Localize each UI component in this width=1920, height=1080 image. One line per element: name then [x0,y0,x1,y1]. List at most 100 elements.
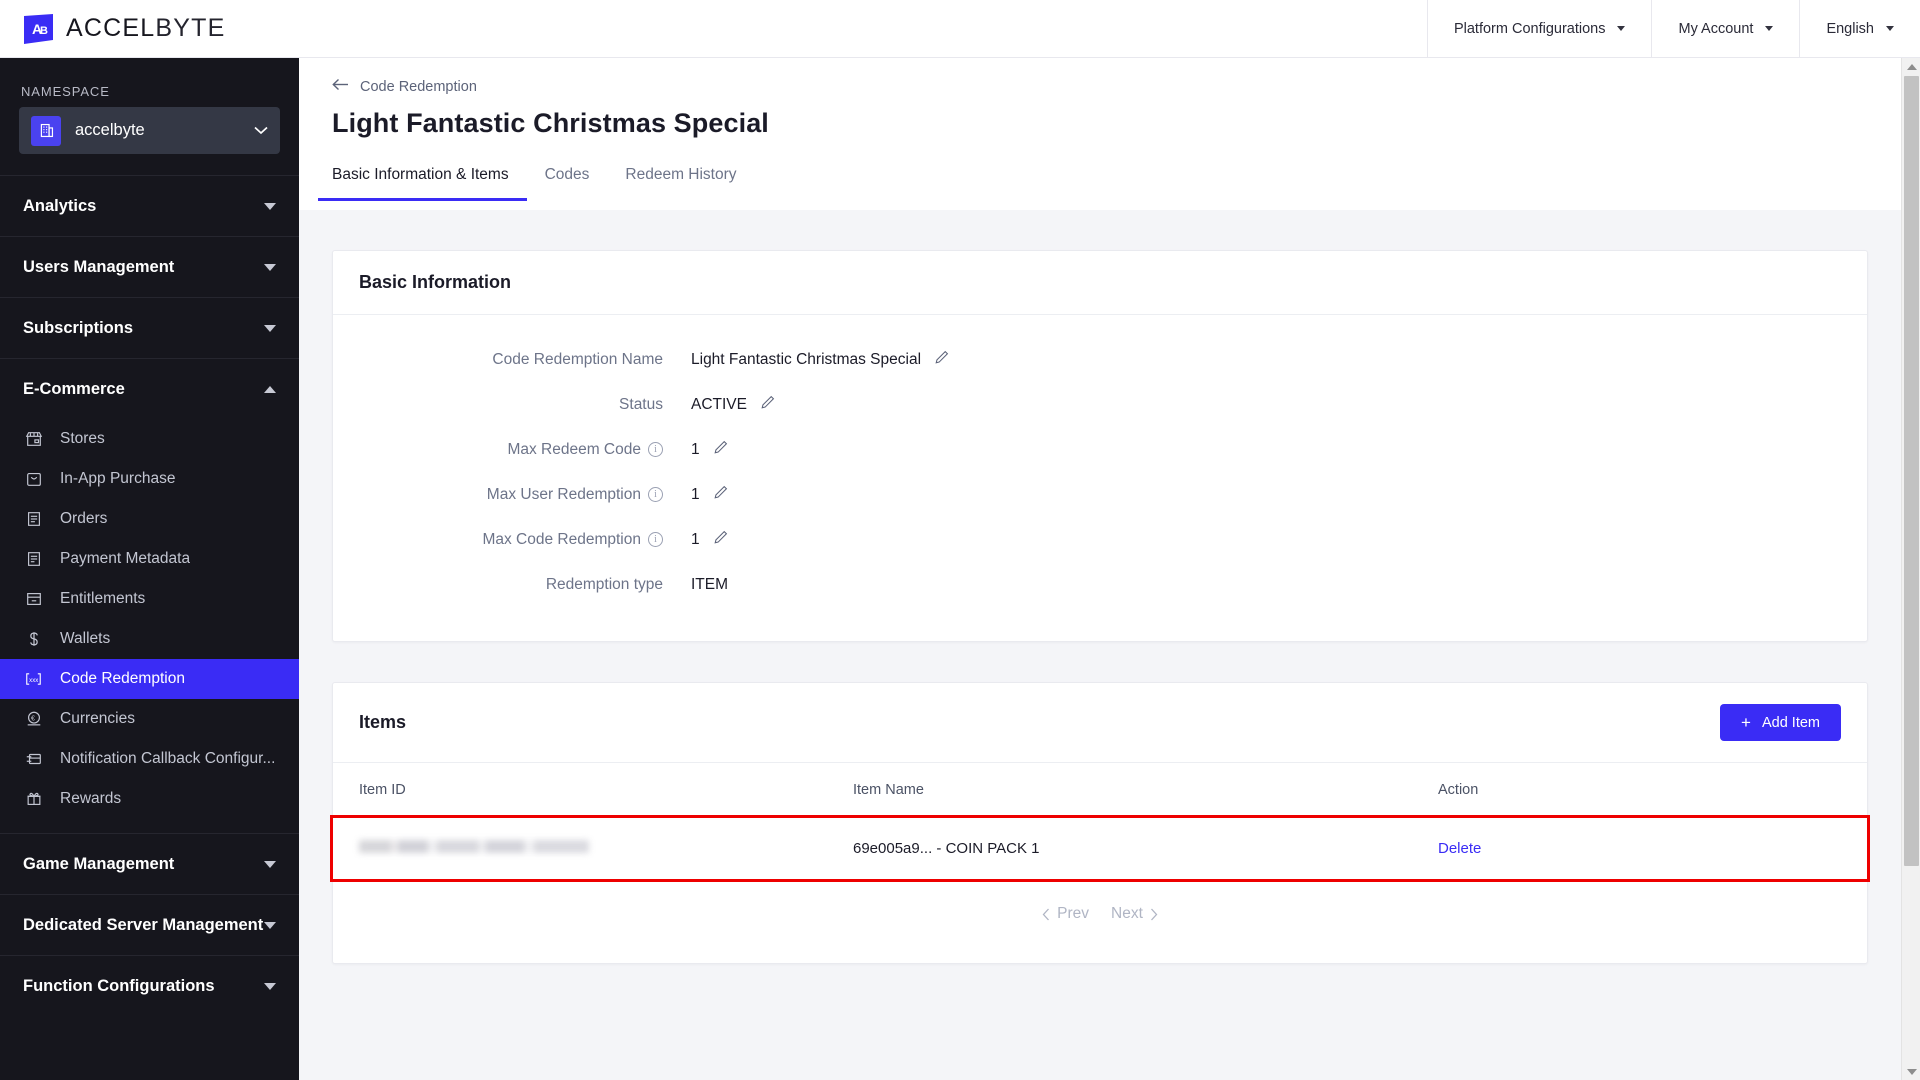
bag-icon [23,469,44,490]
sidebar-item-orders-label: Orders [60,510,108,527]
menu-platform-configurations[interactable]: Platform Configurations [1426,0,1652,58]
sidebar-item-payment-metadata[interactable]: Payment Metadata [0,539,299,579]
field-code-redemption-name-value: Light Fantastic Christmas Special [691,350,922,368]
menu-language-label: English [1826,20,1874,37]
pencil-icon[interactable] [713,439,729,460]
sidebar-group-analytics[interactable]: Analytics [0,175,299,236]
menu-language[interactable]: English [1799,0,1920,58]
field-max-code-redemption: Max Code Redemption i 1 [333,517,1867,562]
pagination: Prev Next [333,879,1867,963]
sidebar-group-users-management-label: Users Management [23,257,175,276]
sidebar-group-dedicated-server-management[interactable]: Dedicated Server Management [0,894,299,955]
chevron-left-icon [1042,908,1050,921]
scrollbar-thumb[interactable] [1904,76,1919,866]
tab-redeem-history[interactable]: Redeem History [607,166,754,201]
sidebar-item-currencies[interactable]: € Currencies [0,699,299,739]
sidebar-group-game-management[interactable]: Game Management [0,833,299,894]
item-id-redacted [359,840,589,853]
field-redemption-type-value: ITEM [691,575,729,593]
namespace-value: accelbyte [75,121,145,139]
add-item-button[interactable]: + Add Item [1720,704,1841,741]
field-max-redeem-code-value: 1 [691,440,700,458]
sidebar-group-function-configurations[interactable]: Function Configurations [0,955,299,1016]
field-max-redeem-code-value-wrap: 1 [691,439,729,460]
sidebar-item-notification-callback-configuration[interactable]: Notification Callback Configur... [0,739,299,779]
plus-icon: + [1741,713,1751,732]
info-circle-icon[interactable]: i [648,487,663,502]
field-redemption-type-value-wrap: ITEM [691,576,728,594]
field-max-redeem-code-label: Max Redeem Code [507,440,641,458]
sidebar-item-rewards-label: Rewards [60,790,122,807]
menu-my-account-label: My Account [1678,20,1754,37]
field-code-redemption-name-value-wrap: Light Fantastic Christmas Special [691,349,950,370]
items-card-header: Items + Add Item [333,683,1867,763]
field-max-user-redemption-label-wrap: Max User Redemption i [333,486,663,504]
sidebar-item-rewards[interactable]: Rewards [0,779,299,819]
field-max-redeem-code-label-wrap: Max Redeem Code i [333,441,663,459]
svg-text:xxx: xxx [29,678,38,684]
caret-up-icon [264,385,276,393]
field-redemption-type-label: Redemption type [545,575,663,593]
basic-information-body: Code Redemption Name Light Fantastic Chr… [333,315,1867,641]
namespace-selector[interactable]: accelbyte [19,107,280,154]
sidebar-group-dedicated-server-management-label: Dedicated Server Management [23,915,264,934]
sidebar-group-subscriptions-label: Subscriptions [23,318,134,337]
field-code-redemption-name: Code Redemption Name Light Fantastic Chr… [333,337,1867,382]
add-item-button-label: Add Item [1761,714,1820,731]
logo-text-accel: ACCEL [66,14,156,42]
sidebar-item-code-redemption[interactable]: xxx Code Redemption [0,659,299,699]
pencil-icon[interactable] [713,484,729,505]
sidebar-item-entitlements[interactable]: Entitlements [0,579,299,619]
scroll-up-button[interactable] [1902,58,1920,75]
sidebar-item-in-app-purchase-label: In-App Purchase [60,470,176,487]
chevron-down-icon [1765,26,1774,31]
field-redemption-type: Redemption type ITEM [333,562,1867,607]
table-row[interactable]: 69e005a9... - COIN PACK 1 Delete [330,814,1870,882]
sidebar-group-e-commerce-label: E-Commerce [23,379,125,398]
items-table: Item ID Item Name Action 69e005a9... - C… [330,763,1870,882]
items-table-header-row: Item ID Item Name Action [333,763,1867,818]
sidebar-group-users-management[interactable]: Users Management [0,236,299,297]
scroll-down-button[interactable] [1902,1063,1920,1080]
top-navigation-bar: A B ACCELBYTE Platform Configurations My… [0,0,1920,58]
sidebar-item-wallets-label: Wallets [60,630,111,647]
app-logo[interactable]: A B ACCELBYTE [22,13,225,45]
caret-down-icon [264,263,276,271]
euro-coin-icon: € [23,709,44,730]
tab-basic-information-and-items[interactable]: Basic Information & Items [318,166,527,201]
sidebar-item-wallets[interactable]: Wallets [0,619,299,659]
pencil-icon[interactable] [713,529,729,550]
delete-link[interactable]: Delete [1438,840,1481,857]
items-title: Items [359,712,407,732]
sidebar-item-currencies-label: Currencies [60,710,135,727]
sidebar-item-code-redemption-label: Code Redemption [60,670,185,687]
info-circle-icon[interactable]: i [648,442,663,457]
pencil-icon[interactable] [760,394,776,415]
sidebar-group-e-commerce[interactable]: E-Commerce [0,358,299,419]
tab-redeem-history-label: Redeem History [625,166,737,183]
tab-codes-label: Codes [544,166,590,183]
field-max-code-redemption-label-wrap: Max Code Redemption i [333,531,663,549]
vertical-scrollbar[interactable] [1901,58,1920,1080]
card-swipe-icon [23,749,44,770]
field-max-user-redemption-label: Max User Redemption [486,485,641,503]
pencil-icon[interactable] [934,349,950,370]
field-code-redemption-name-label: Code Redemption Name [492,350,663,368]
tab-codes[interactable]: Codes [527,166,608,201]
arrow-down-icon [1906,1068,1917,1075]
next-page-button[interactable]: Next [1111,905,1158,923]
column-header-item-name: Item Name [853,763,1438,818]
document-icon [23,549,44,570]
sidebar-group-function-configurations-label: Function Configurations [23,976,215,995]
info-circle-icon[interactable]: i [648,532,663,547]
caret-down-icon [264,860,276,868]
sidebar-item-in-app-purchase[interactable]: In-App Purchase [0,459,299,499]
accelbyte-logo-icon: A B [22,13,55,45]
sidebar-group-subscriptions[interactable]: Subscriptions [0,297,299,358]
prev-page-button[interactable]: Prev [1042,905,1089,923]
sidebar-item-orders[interactable]: Orders [0,499,299,539]
sidebar-item-stores[interactable]: Stores [0,419,299,459]
breadcrumb[interactable]: Code Redemption [332,78,1868,95]
menu-my-account[interactable]: My Account [1651,0,1799,58]
sidebar-item-stores-label: Stores [60,430,105,447]
